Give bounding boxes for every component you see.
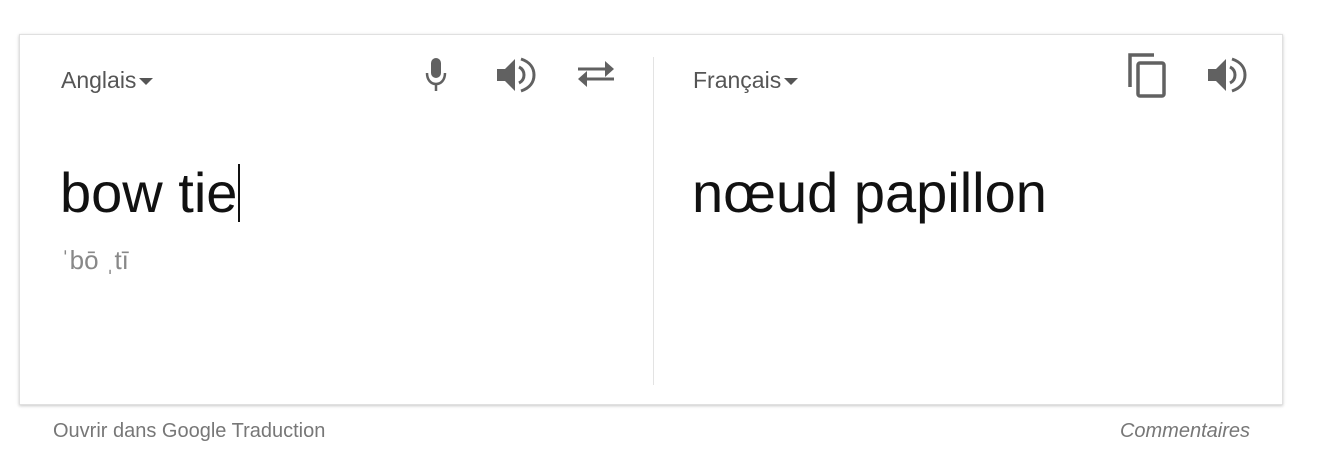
source-language-select[interactable]: Anglais [61,65,154,95]
open-in-translate-link[interactable]: Ouvrir dans Google Traduction [53,420,325,443]
feedback-link[interactable]: Commentaires [1120,420,1250,443]
swap-languages-button[interactable] [574,53,618,97]
translation-text: nœud papillon [692,161,1047,224]
copy-icon [1126,51,1168,99]
target-listen-button[interactable] [1205,53,1249,97]
text-cursor [238,164,241,222]
microphone-icon [425,58,447,92]
source-listen-button[interactable] [494,53,538,97]
source-language-label: Anglais [61,66,137,93]
target-language-select[interactable]: Français [693,65,799,95]
speaker-icon [1206,55,1248,95]
source-phonetic: ˈbō ˌtī [61,245,129,275]
caret-down-icon [139,77,154,85]
microphone-button[interactable] [414,53,458,97]
swap-icon [576,59,616,91]
pane-divider [653,57,654,385]
speaker-icon [495,55,537,95]
translate-card: Anglais bow tie ˈbō ˌtī Français nœud pa… [19,34,1283,405]
source-text[interactable]: bow tie [60,161,241,224]
target-language-label: Français [693,66,782,93]
copy-translation-button[interactable] [1125,51,1169,99]
caret-down-icon [784,77,799,85]
source-text-value: bow tie [60,161,238,224]
